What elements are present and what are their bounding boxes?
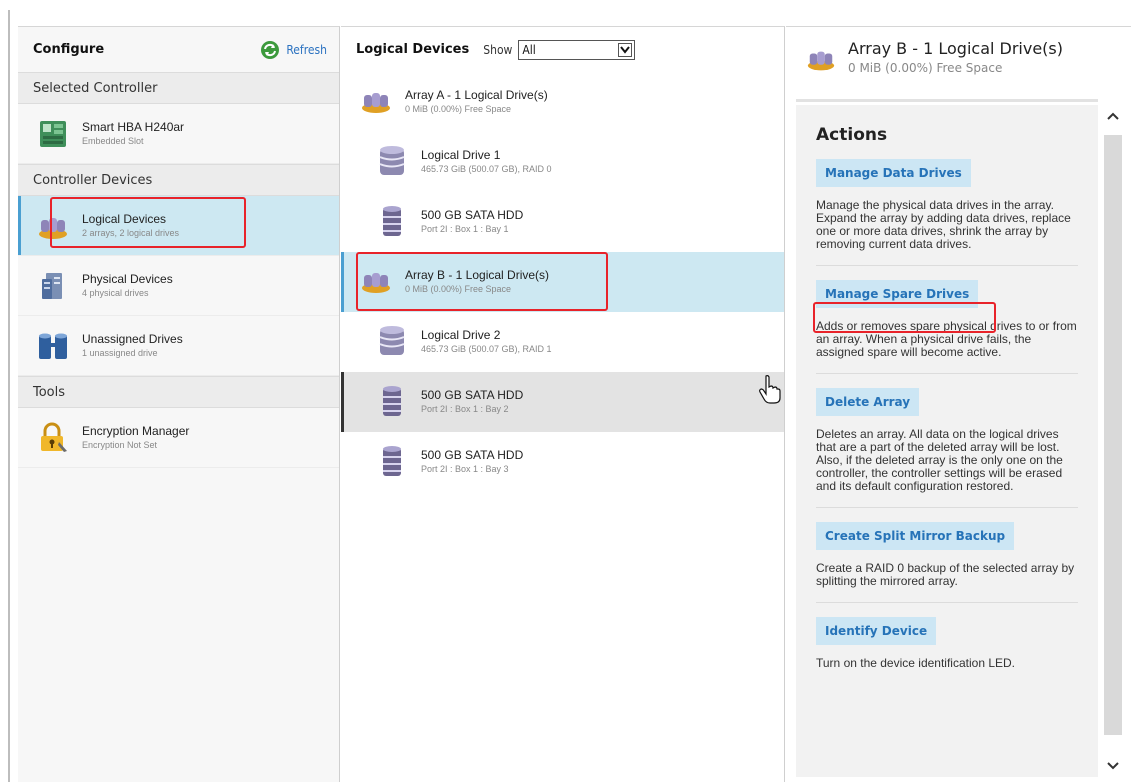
action-block: Delete Array Deletes an array. All data …: [796, 374, 1098, 508]
device-title: Array A - 1 Logical Drive(s): [405, 88, 548, 102]
device-title: Logical Drive 2: [421, 328, 501, 342]
manage-spare-drives-button[interactable]: Manage Spare Drives: [816, 280, 979, 308]
show-filter: Show All: [483, 39, 636, 60]
nav-item-encryption-manager[interactable]: Encryption Manager Encryption Not Set: [18, 408, 339, 468]
configure-pane: Configure Refresh Selected Controller Sm…: [18, 26, 340, 782]
physical-devices-icon: [36, 269, 70, 303]
device-subtitle: 465.73 GiB (500.07 GB), RAID 0: [421, 164, 552, 174]
logical-devices-title: Logical Devices: [82, 211, 167, 226]
window-left-border: [8, 10, 10, 782]
unassigned-drives-title: Unassigned Drives: [82, 331, 183, 346]
delete-array-button[interactable]: Delete Array: [816, 388, 920, 416]
device-subtitle: 0 MiB (0.00%) Free Space: [405, 284, 512, 294]
nav-item-unassigned-drives[interactable]: Unassigned Drives 1 unassigned drive: [18, 316, 339, 376]
device-subtitle: Port 2I : Box 1 : Bay 3: [421, 464, 509, 474]
show-label: Show: [483, 42, 513, 57]
logical-drive-icon: [375, 325, 409, 359]
device-item-logical-drive-1[interactable]: Logical Drive 1 465.73 GiB (500.07 GB), …: [341, 132, 784, 192]
device-item-hdd-bay-2[interactable]: 500 GB SATA HDD Port 2I : Box 1 : Bay 2: [341, 372, 784, 432]
controller-title: Smart HBA H240ar: [82, 119, 185, 134]
actions-scrollbar[interactable]: [1100, 105, 1126, 777]
actions-list: Actions Manage Data Drives Manage the ph…: [796, 105, 1098, 777]
action-description: Deletes an array. All data on the logica…: [816, 428, 1078, 508]
logical-devices-pane: Logical Devices Show All Array A - 1 Log…: [341, 26, 785, 782]
action-block: Manage Data Drives Manage the physical d…: [796, 145, 1098, 266]
chevron-up-icon[interactable]: [1100, 105, 1126, 127]
unassigned-drives-subtitle: 1 unassigned drive: [82, 347, 158, 358]
identify-device-button[interactable]: Identify Device: [816, 617, 937, 645]
manage-data-drives-button[interactable]: Manage Data Drives: [816, 159, 971, 187]
action-description: Manage the physical data drives in the a…: [816, 199, 1078, 266]
array-icon: [359, 85, 393, 119]
nav-item-logical-devices[interactable]: Logical Devices 2 arrays, 2 logical driv…: [18, 196, 339, 256]
device-item-hdd-bay-1[interactable]: 500 GB SATA HDD Port 2I : Box 1 : Bay 1: [341, 192, 784, 252]
encryption-manager-title: Encryption Manager: [82, 423, 190, 438]
refresh-label: Refresh: [286, 42, 327, 57]
section-controller-devices: Controller Devices: [18, 164, 339, 196]
section-selected-controller: Selected Controller: [18, 72, 339, 104]
show-select-value: All: [522, 42, 536, 57]
device-title: Array B - 1 Logical Drive(s): [405, 268, 550, 282]
device-subtitle: 0 MiB (0.00%) Free Space: [405, 104, 512, 114]
action-description: Adds or removes spare physical drives to…: [816, 320, 1078, 374]
logical-devices-subtitle: 2 arrays, 2 logical drives: [82, 227, 180, 238]
chevron-down-icon[interactable]: [1100, 755, 1126, 777]
device-title: Logical Drive 1: [421, 148, 501, 162]
device-title: 500 GB SATA HDD: [421, 208, 524, 222]
actions-heading: Actions: [816, 125, 888, 145]
device-title: 500 GB SATA HDD: [421, 448, 524, 462]
actions-pane: Array B - 1 Logical Drive(s) 0 MiB (0.00…: [786, 26, 1131, 782]
device-item-hdd-bay-3[interactable]: 500 GB SATA HDD Port 2I : Box 1 : Bay 3: [341, 432, 784, 492]
hdd-icon: [375, 205, 409, 239]
chevron-down-icon: [618, 42, 633, 57]
selected-array-title: Array B - 1 Logical Drive(s): [848, 39, 1063, 58]
device-subtitle: Port 2I : Box 1 : Bay 1: [421, 224, 509, 234]
device-subtitle: 465.73 GiB (500.07 GB), RAID 1: [421, 344, 552, 354]
create-split-mirror-backup-button[interactable]: Create Split Mirror Backup: [816, 522, 1015, 550]
logical-devices-icon: [36, 209, 70, 243]
device-item-array-b[interactable]: Array B - 1 Logical Drive(s) 0 MiB (0.00…: [341, 252, 784, 312]
header-divider: [796, 99, 1098, 102]
encryption-manager-subtitle: Encryption Not Set: [82, 439, 158, 450]
logical-devices-header: Logical Devices Show All: [341, 27, 784, 72]
refresh-icon: [261, 40, 280, 59]
configure-header: Configure Refresh: [18, 27, 339, 72]
device-item-logical-drive-2[interactable]: Logical Drive 2 465.73 GiB (500.07 GB), …: [341, 312, 784, 372]
controller-subtitle: Embedded Slot: [82, 135, 144, 146]
physical-devices-subtitle: 4 physical drives: [82, 287, 149, 298]
device-item-array-a[interactable]: Array A - 1 Logical Drive(s) 0 MiB (0.00…: [341, 72, 784, 132]
selected-array-subtitle: 0 MiB (0.00%) Free Space: [848, 61, 1003, 75]
device-subtitle: Port 2I : Box 1 : Bay 2: [421, 404, 509, 414]
action-block: Identify Device Turn on the device ident…: [796, 603, 1098, 684]
physical-devices-title: Physical Devices: [82, 271, 173, 286]
device-title: 500 GB SATA HDD: [421, 388, 524, 402]
hand-cursor-icon: [759, 375, 781, 404]
nav-item-physical-devices[interactable]: Physical Devices 4 physical drives: [18, 256, 339, 316]
logical-devices-pane-title: Logical Devices: [356, 42, 470, 57]
hdd-icon: [375, 445, 409, 479]
array-icon: [359, 265, 393, 299]
action-block: Manage Spare Drives Adds or removes spar…: [796, 266, 1098, 374]
hdd-icon: [375, 385, 409, 419]
action-block: Create Split Mirror Backup Create a RAID…: [796, 508, 1098, 603]
action-description: Turn on the device identification LED.: [816, 656, 1016, 670]
unassigned-drives-icon: [36, 329, 70, 363]
window-top-strip: [0, 0, 1131, 10]
array-icon: [807, 51, 835, 71]
section-tools: Tools: [18, 376, 339, 408]
show-select[interactable]: All: [518, 39, 636, 60]
action-description: Create a RAID 0 backup of the selected a…: [816, 562, 1078, 603]
actions-header: Array B - 1 Logical Drive(s) 0 MiB (0.00…: [786, 27, 1131, 97]
logical-drive-icon: [375, 145, 409, 179]
configure-title: Configure: [33, 42, 105, 57]
controller-card-icon: [36, 117, 70, 151]
scrollbar-thumb[interactable]: [1104, 135, 1122, 735]
controller-item[interactable]: Smart HBA H240ar Embedded Slot: [18, 104, 339, 164]
encryption-lock-icon: [36, 421, 70, 455]
refresh-button[interactable]: Refresh: [260, 40, 327, 60]
